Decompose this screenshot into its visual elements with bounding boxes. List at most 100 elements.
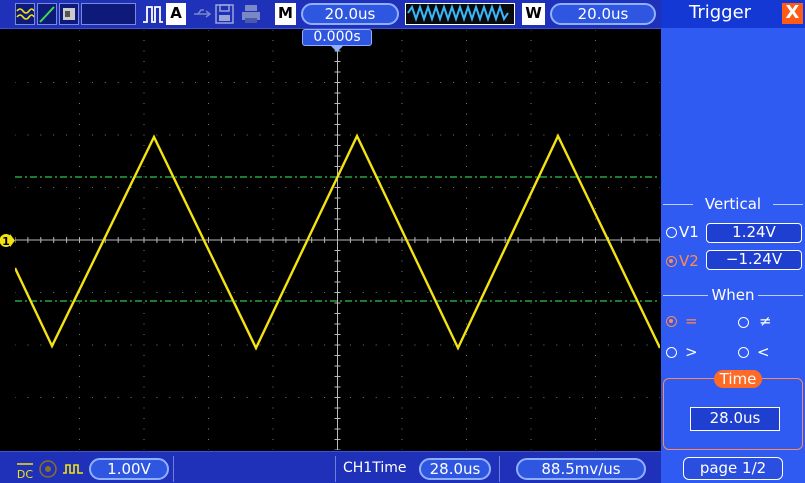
grid-dot (530, 313, 532, 314)
grid-dot (569, 344, 571, 346)
printer-icon[interactable] (240, 3, 262, 25)
grid-dot (530, 355, 532, 356)
close-button[interactable]: X (782, 3, 803, 24)
grid-dot (440, 397, 442, 398)
when-greater-radio[interactable] (666, 347, 677, 358)
grid-dot (349, 397, 351, 398)
trigger-position-tab[interactable]: 0.000s (302, 29, 372, 46)
main-timebase-value[interactable]: 20.0us (301, 3, 399, 25)
v1-radio[interactable] (666, 227, 677, 238)
waveform-display[interactable] (15, 30, 660, 450)
grid-dot (517, 292, 519, 293)
grid-dot (182, 82, 184, 83)
grid-dot (466, 134, 467, 136)
when-not-equal-radio[interactable] (738, 317, 749, 328)
grid-dot (607, 344, 609, 346)
grid-dot (156, 397, 158, 398)
grid-dot (530, 302, 532, 304)
when-less-option[interactable]: < (733, 343, 803, 363)
grid-dot (530, 124, 532, 125)
grid-dot (440, 82, 442, 83)
grid-dot (595, 187, 596, 188)
grid-dot (79, 418, 80, 419)
main-timebase-badge[interactable]: M (275, 3, 296, 25)
grid-dot (530, 386, 532, 388)
v2-radio[interactable] (666, 256, 677, 267)
grid-dot (530, 71, 532, 73)
when-greater-option[interactable]: > (661, 343, 731, 363)
grid-dot (466, 344, 467, 346)
grid-dot (208, 113, 209, 115)
grid-dot (491, 82, 493, 83)
v1-option[interactable]: V1 1.24V (661, 222, 805, 244)
grid-dot (582, 397, 584, 398)
grid-dot (104, 292, 106, 293)
when-less-radio[interactable] (738, 347, 749, 358)
grid-dot (208, 260, 209, 262)
ch1-scale-value[interactable]: 1.00V (89, 458, 169, 480)
when-equal-option[interactable]: = (661, 312, 731, 332)
grid-dot (208, 50, 209, 52)
slope-value[interactable]: 88.5mv/us (516, 458, 646, 480)
when-not-equal-label: ≠ (759, 312, 772, 330)
bottom-status-bar: DC 1.00V CH1Time 28.0us 88.5mv/us (0, 451, 661, 483)
when-equal-radio[interactable] (666, 316, 677, 327)
grid-dot (595, 124, 596, 125)
grid-dot (117, 134, 119, 136)
grid-dot (543, 292, 545, 293)
grid-dot (311, 82, 313, 83)
grid-dot (440, 292, 442, 293)
grid-dot (143, 218, 145, 220)
grid-dot (143, 134, 145, 136)
grid-dot (311, 397, 313, 398)
v2-option[interactable]: V2 −1.24V (661, 250, 805, 272)
grid-dot (388, 292, 390, 293)
acquire-mode-badge[interactable]: A (166, 3, 186, 25)
grid-dot (272, 155, 274, 157)
ch1-offset-marker[interactable]: 1 (0, 233, 15, 248)
grid-dot (401, 271, 403, 272)
trigger-menu-panel: Trigger X Vertical V1 1.24V V2 −1.24V Wh… (661, 0, 805, 483)
measure-time-value[interactable]: 28.0us (419, 458, 491, 480)
grid-dot (208, 449, 209, 450)
grid-dot (466, 229, 467, 230)
grid-dot (569, 397, 571, 398)
grid-dot (272, 40, 274, 41)
grid-dot (79, 386, 80, 388)
window-timebase-badge[interactable]: W (522, 3, 545, 25)
grid-dot (143, 344, 145, 346)
v1-value[interactable]: 1.24V (706, 223, 802, 243)
grid-dot (466, 145, 467, 146)
grid-dot (530, 418, 532, 419)
save-icon[interactable] (214, 3, 236, 25)
grid-dot (582, 344, 584, 346)
grid-dot (195, 344, 197, 346)
time-value[interactable]: 28.0us (690, 407, 780, 431)
grid-dot (530, 397, 532, 398)
grid-dot (182, 292, 184, 293)
grid-dot (208, 208, 209, 209)
grid-dot (414, 82, 416, 83)
grid-dot (595, 449, 596, 450)
grid-dot (453, 187, 455, 188)
grid-dot (79, 397, 80, 398)
grid-dot (569, 187, 571, 188)
when-not-equal-option[interactable]: ≠ (733, 312, 803, 332)
grid-dot (517, 134, 519, 136)
grid-dot (195, 134, 197, 136)
grid-dot (478, 187, 480, 188)
grid-dot (595, 92, 596, 94)
grid-dot (517, 397, 519, 398)
page-button[interactable]: page 1/2 (683, 457, 783, 480)
bandwidth-limit-icon (38, 459, 58, 479)
window-timebase-value[interactable]: 20.0us (550, 3, 656, 25)
grid-dot (646, 344, 648, 346)
v2-value[interactable]: −1.24V (706, 250, 802, 270)
time-setting-group[interactable]: Time 28.0us (663, 370, 803, 450)
grid-dot (143, 166, 145, 167)
grid-dot (530, 103, 532, 104)
grid-dot (208, 40, 209, 41)
grid-dot (530, 92, 532, 94)
section-divider (773, 204, 803, 205)
grid-dot (143, 250, 145, 251)
